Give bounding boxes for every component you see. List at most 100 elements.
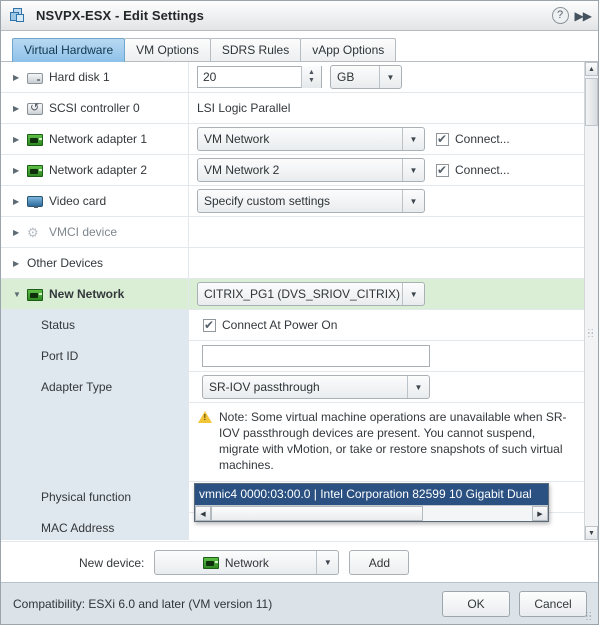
chevron-down-icon[interactable]: ▼ — [316, 551, 338, 574]
sriov-warning-note: Note: Some virtual machine operations ar… — [189, 403, 584, 481]
new-device-bar: New device: Network ▼ Add — [1, 541, 598, 583]
new-device-dropdown[interactable]: Network ▼ — [154, 550, 340, 575]
expand-chevron-right-icon[interactable]: ▶ — [13, 228, 24, 237]
hard-disk-icon — [27, 72, 43, 84]
checkbox-checked-icon[interactable] — [436, 163, 449, 177]
tab-vm-options[interactable]: VM Options — [124, 38, 211, 62]
row-label-network-adapter-1[interactable]: ▶ Network adapter 1 — [1, 124, 189, 154]
resize-grip-icon[interactable]: ∷ ∷ — [586, 611, 596, 623]
adapter-type-dropdown[interactable]: SR-IOV passthrough ▼ — [202, 375, 430, 399]
table-row-note: Note: Some virtual machine operations ar… — [1, 403, 584, 482]
network-adapter-1-dropdown[interactable]: VM Network ▼ — [197, 127, 425, 151]
ok-button[interactable]: OK — [442, 590, 510, 617]
new-network-dropdown[interactable]: CITRIX_PG1 (DVS_SRIOV_CITRIX) ▼ — [197, 282, 425, 306]
scrollbar-thumb[interactable] — [211, 506, 423, 521]
chevron-down-icon[interactable]: ▼ — [379, 66, 401, 88]
scroll-left-arrow-icon[interactable]: ◀ — [195, 506, 211, 521]
expand-chevron-right-icon[interactable]: ▶ — [13, 259, 24, 268]
scroll-right-arrow-icon[interactable]: ▶ — [532, 506, 548, 521]
window-titlebar: NSVPX-ESX - Edit Settings ? ▶▶ — [1, 1, 598, 31]
video-card-value: Specify custom settings — [204, 194, 331, 208]
expand-chevron-right-icon[interactable]: ▶ — [13, 197, 24, 206]
expand-chevron-right-icon[interactable]: ▶ — [13, 135, 24, 144]
edit-settings-dialog: NSVPX-ESX - Edit Settings ? ▶▶ Virtual H… — [0, 0, 599, 625]
video-card-dropdown[interactable]: Specify custom settings ▼ — [197, 189, 425, 213]
row-label-hard-disk[interactable]: ▶ Hard disk 1 — [1, 62, 189, 92]
network-adapter-2-connect-checkbox[interactable]: Connect... — [436, 163, 510, 177]
hard-disk-label: Hard disk 1 — [49, 70, 110, 84]
port-id-label: Port ID — [41, 349, 79, 363]
row-label-status: Status — [1, 310, 189, 340]
physical-function-dropdown-list[interactable]: vmnic4 0000:03:00.0 | Intel Corporation … — [194, 483, 549, 522]
warning-triangle-icon — [198, 411, 212, 423]
collapse-chevron-down-icon[interactable]: ▼ — [13, 290, 24, 299]
row-value-network-adapter-1: VM Network ▼ Connect... — [189, 124, 584, 154]
window-title: NSVPX-ESX - Edit Settings — [36, 8, 204, 23]
table-row-new-network: ▼ New Network CITRIX_PG1 (DVS_SRIOV_CITR… — [1, 279, 584, 310]
disk-unit-dropdown[interactable]: GB ▼ — [330, 65, 402, 89]
row-value-note: Note: Some virtual machine operations ar… — [189, 403, 584, 481]
scroll-up-arrow-icon[interactable]: ▲ — [585, 62, 598, 76]
splitter-grip-icon[interactable]: ∷ ∷ — [588, 328, 596, 340]
chevron-down-icon[interactable]: ▼ — [402, 283, 424, 305]
chevron-down-icon[interactable]: ▼ — [402, 128, 424, 150]
cancel-button[interactable]: Cancel — [519, 590, 587, 617]
row-label-scsi-controller[interactable]: ▶ SCSI controller 0 — [1, 93, 189, 123]
checkbox-checked-icon[interactable] — [436, 132, 449, 146]
table-row: ▶ ⚙ VMCI device — [1, 217, 584, 248]
expand-chevron-right-icon[interactable]: ▶ — [13, 73, 24, 82]
footer-buttons: OK Cancel — [442, 590, 598, 617]
mac-address-label: MAC Address — [41, 521, 115, 535]
disk-size-stepper[interactable]: ▲ ▼ — [301, 66, 321, 88]
dropdown-option-selected[interactable]: vmnic4 0000:03:00.0 | Intel Corporation … — [195, 484, 548, 505]
tab-vapp-options[interactable]: vApp Options — [300, 38, 397, 62]
scrollbar-track[interactable] — [211, 506, 532, 521]
row-value-port-id — [189, 341, 584, 371]
vm-stacked-icon — [9, 7, 27, 25]
connect-at-power-on-label: Connect At Power On — [222, 318, 338, 332]
hardware-list-panel: ▶ Hard disk 1 20 ▲ ▼ GB ▼ ▶ ↺ SCSI contr… — [1, 62, 598, 540]
table-row: ▶ Video card Specify custom settings ▼ — [1, 186, 584, 217]
dialog-footer: Compatibility: ESXi 6.0 and later (VM ve… — [1, 582, 598, 624]
add-device-button[interactable]: Add — [349, 550, 410, 575]
network-adapter-1-value: VM Network — [204, 132, 270, 146]
network-adapter-1-connect-checkbox[interactable]: Connect... — [436, 132, 510, 146]
table-row: Status Connect At Power On — [1, 310, 584, 341]
chevron-down-icon[interactable]: ▼ — [402, 190, 424, 212]
row-value-status: Connect At Power On — [189, 310, 584, 340]
vmci-device-label: VMCI device — [49, 225, 118, 239]
row-label-network-adapter-2[interactable]: ▶ Network adapter 2 — [1, 155, 189, 185]
port-id-input[interactable] — [202, 345, 430, 367]
collapse-chevrons-icon[interactable]: ▶▶ — [575, 9, 592, 23]
tab-virtual-hardware[interactable]: Virtual Hardware — [12, 38, 126, 62]
row-label-new-network[interactable]: ▼ New Network — [1, 279, 189, 309]
checkbox-checked-icon[interactable] — [203, 318, 216, 332]
tab-sdrs-rules[interactable]: SDRS Rules — [209, 38, 302, 62]
scrollbar-thumb[interactable] — [585, 78, 598, 126]
disk-size-value: 20 — [203, 70, 217, 84]
video-card-label: Video card — [49, 194, 107, 208]
titlebar-actions: ? ▶▶ — [551, 7, 598, 24]
panel-vertical-scrollbar[interactable]: ▲ ∷ ∷ ▼ — [584, 62, 598, 540]
row-value-other-devices — [189, 248, 584, 278]
network-adapter-2-dropdown[interactable]: VM Network 2 ▼ — [197, 158, 425, 182]
connect-at-power-on-checkbox[interactable]: Connect At Power On — [203, 318, 337, 332]
disk-unit-value: GB — [337, 70, 355, 84]
disk-size-input-wrap[interactable]: 20 ▲ ▼ — [197, 66, 322, 88]
row-label-video-card[interactable]: ▶ Video card — [1, 186, 189, 216]
compatibility-text: Compatibility: ESXi 6.0 and later (VM ve… — [13, 596, 273, 611]
scroll-down-arrow-icon[interactable]: ▼ — [585, 526, 598, 540]
row-label-other-devices[interactable]: ▶ Other Devices — [1, 248, 189, 278]
expand-chevron-right-icon[interactable]: ▶ — [13, 104, 24, 113]
chevron-down-icon[interactable]: ▼ — [402, 159, 424, 181]
expand-chevron-right-icon[interactable]: ▶ — [13, 166, 24, 175]
physical-function-label: Physical function — [41, 490, 132, 504]
network-adapter-icon — [27, 133, 43, 146]
row-label-port-id: Port ID — [1, 341, 189, 371]
dropdown-horizontal-scrollbar[interactable]: ◀ ▶ — [195, 505, 548, 521]
tab-bar: Virtual Hardware VM Options SDRS Rules v… — [1, 32, 598, 62]
chevron-down-icon[interactable]: ▼ — [407, 376, 429, 398]
row-label-vmci-device[interactable]: ▶ ⚙ VMCI device — [1, 217, 189, 247]
video-card-icon — [27, 196, 43, 208]
help-icon[interactable]: ? — [551, 7, 569, 24]
